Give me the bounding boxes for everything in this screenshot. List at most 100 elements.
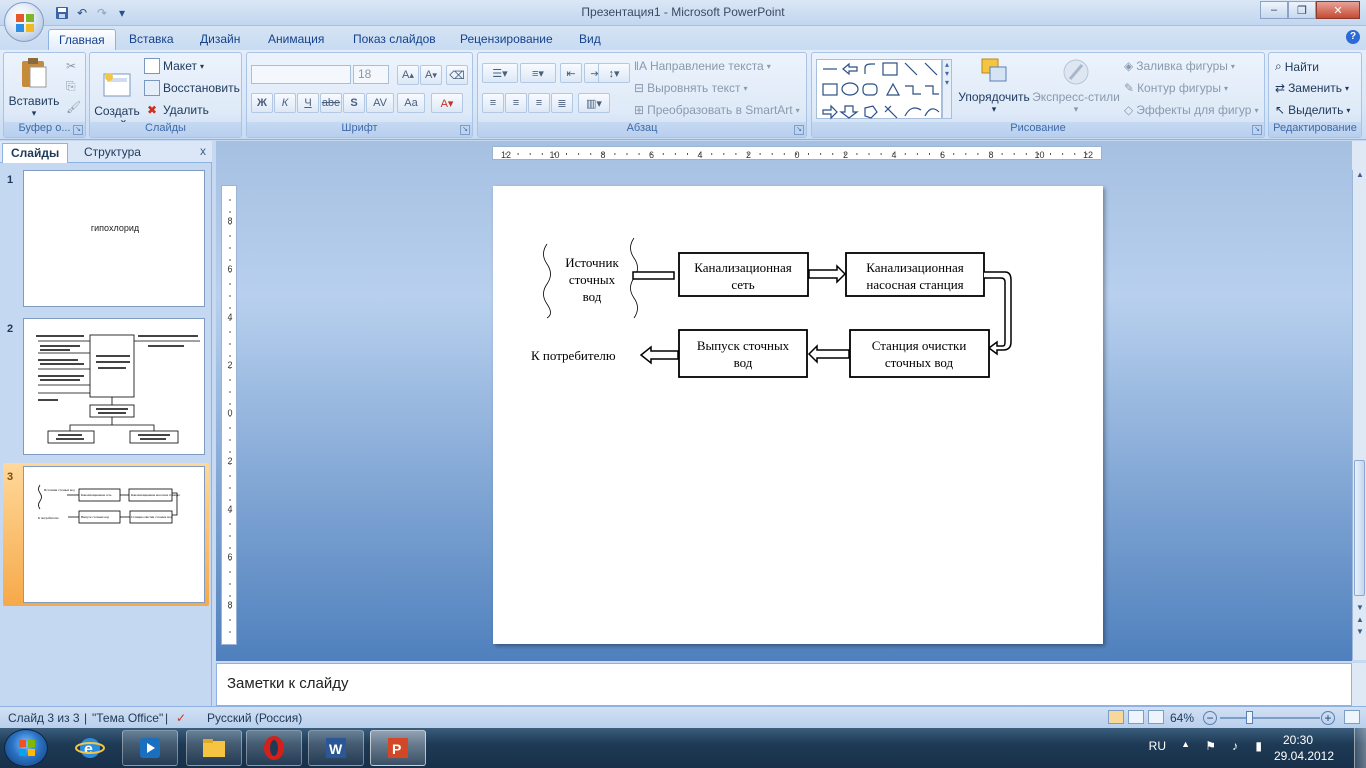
scroll-thumb[interactable] xyxy=(1354,460,1365,596)
font-color-icon[interactable]: A▾ xyxy=(431,93,463,113)
italic-button[interactable]: К xyxy=(274,93,296,113)
shadow-button[interactable]: S xyxy=(343,93,365,113)
case-button[interactable]: Aa xyxy=(397,93,425,113)
paste-button[interactable]: Вставить ▾ xyxy=(8,57,60,119)
grow-font-icon[interactable]: A ▴ xyxy=(397,65,419,85)
zoom-in-icon[interactable]: + xyxy=(1321,711,1335,725)
cut-icon[interactable]: ✂ xyxy=(66,59,76,73)
taskbar-ie[interactable]: e xyxy=(62,730,118,766)
slide-thumbnail-3[interactable]: Источник сточных вод Канализационная сет… xyxy=(23,466,205,603)
smartart-button[interactable]: ⊞ Преобразовать в SmartArt ▾ xyxy=(634,103,800,117)
layout-button[interactable]: Макет ▾ xyxy=(144,58,204,74)
drawing-launcher[interactable]: ↘ xyxy=(1252,125,1262,135)
format-painter-icon[interactable]: 🖌 xyxy=(66,100,81,114)
columns-icon[interactable]: ▥▾ xyxy=(578,93,610,113)
tab-review[interactable]: Рецензирование xyxy=(450,29,563,50)
find-button[interactable]: ⌕ Найти xyxy=(1275,59,1319,74)
show-desktop-button[interactable] xyxy=(1354,728,1366,768)
delete-slide-button[interactable]: ✖ Удалить xyxy=(144,102,209,118)
shape-fill-button[interactable]: ◈ Заливка фигуры ▾ xyxy=(1124,59,1235,73)
strike-button[interactable]: abe xyxy=(320,93,342,113)
input-language[interactable]: RU xyxy=(1149,739,1166,753)
taskbar-powerpoint[interactable]: P xyxy=(370,730,426,766)
vertical-scrollbar[interactable]: ▲ ▼ ▲ ▼ xyxy=(1352,170,1366,660)
scroll-up-icon[interactable]: ▲ xyxy=(1354,170,1366,182)
office-button[interactable] xyxy=(4,2,44,42)
clipboard-launcher[interactable]: ↘ xyxy=(73,125,83,135)
text-direction-button[interactable]: ‖A Направление текста ▾ xyxy=(634,59,771,73)
slideshow-view-icon[interactable] xyxy=(1148,710,1164,724)
shapes-gallery-scroll[interactable]: ▴ ▾ ▾ xyxy=(942,59,952,119)
select-button[interactable]: ↖ Выделить ▾ xyxy=(1275,103,1350,117)
minimize-button[interactable]: – xyxy=(1260,1,1288,19)
bold-button[interactable]: Ж xyxy=(251,93,273,113)
maximize-button[interactable]: ❐ xyxy=(1288,1,1316,19)
spacing-button[interactable]: AV xyxy=(366,93,394,113)
show-hidden-icons[interactable]: ▲ xyxy=(1181,739,1190,749)
normal-view-icon[interactable] xyxy=(1108,710,1124,724)
align-text-button[interactable]: ⊟ Выровнять текст ▾ xyxy=(634,81,748,95)
fit-to-window-icon[interactable] xyxy=(1344,710,1360,724)
tab-design[interactable]: Дизайн xyxy=(190,29,250,50)
replace-button[interactable]: ⇄ Заменить ▾ xyxy=(1275,81,1349,95)
taskbar-opera[interactable] xyxy=(246,730,302,766)
notes-pane[interactable]: Заметки к слайду xyxy=(216,663,1352,706)
help-icon[interactable]: ? xyxy=(1346,30,1360,44)
quick-styles-icon xyxy=(1063,59,1089,85)
language-indicator[interactable]: Русский (Россия) xyxy=(207,711,302,725)
tab-outline[interactable]: Структура xyxy=(76,143,149,163)
close-button[interactable]: ✕ xyxy=(1316,1,1360,19)
font-name-combo[interactable] xyxy=(251,65,351,84)
start-button[interactable] xyxy=(4,729,48,767)
copy-icon[interactable]: ⎘ xyxy=(66,79,76,94)
taskbar-word[interactable]: W xyxy=(308,730,364,766)
align-right-icon[interactable]: ≡ xyxy=(528,93,550,113)
quick-styles-button[interactable]: Экспресс-стили ▾ xyxy=(1032,57,1120,115)
ruler-label: 4 xyxy=(891,150,896,160)
tab-slides[interactable]: Слайды xyxy=(2,143,69,163)
shape-effects-button[interactable]: ◇ Эффекты для фигур ▾ xyxy=(1124,103,1258,117)
tab-view[interactable]: Вид xyxy=(569,29,611,50)
align-center-icon[interactable]: ≡ xyxy=(505,93,527,113)
shapes-gallery[interactable] xyxy=(816,59,942,120)
numbering-icon[interactable]: ≡▾ xyxy=(520,63,556,83)
justify-icon[interactable]: ≣ xyxy=(551,93,573,113)
paragraph-launcher[interactable]: ↘ xyxy=(794,125,804,135)
shrink-font-icon[interactable]: A ▾ xyxy=(420,65,442,85)
tab-home[interactable]: Главная xyxy=(48,29,116,50)
taskbar-media-player[interactable] xyxy=(122,730,178,766)
volume-icon[interactable]: ♪ xyxy=(1232,739,1238,753)
network-icon[interactable]: ▮ xyxy=(1255,739,1262,753)
current-slide[interactable]: Источник сточных вод Канализационная сет… xyxy=(493,186,1103,644)
font-size-combo[interactable]: 18 xyxy=(353,65,389,84)
clock-time[interactable]: 20:30 xyxy=(1268,733,1328,747)
shape-outline-button[interactable]: ✎ Контур фигуры ▾ xyxy=(1124,81,1228,95)
spellcheck-icon[interactable]: ✓ xyxy=(176,711,186,725)
decrease-indent-icon[interactable]: ⇤ xyxy=(560,63,582,83)
align-left-icon[interactable]: ≡ xyxy=(482,93,504,113)
zoom-level[interactable]: 64% xyxy=(1170,711,1194,725)
reset-button[interactable]: Восстановить xyxy=(144,80,240,96)
underline-button[interactable]: Ч xyxy=(297,93,319,113)
slide-thumbnail-2[interactable] xyxy=(23,318,205,455)
bullets-icon[interactable]: ☰▾ xyxy=(482,63,518,83)
slide-sorter-icon[interactable] xyxy=(1128,710,1144,724)
action-center-icon[interactable]: ⚑ xyxy=(1205,739,1216,753)
font-launcher[interactable]: ↘ xyxy=(460,125,470,135)
close-panel-icon[interactable]: x xyxy=(200,144,206,158)
tab-slideshow[interactable]: Показ слайдов xyxy=(343,29,446,50)
scroll-down-icons[interactable]: ▼ ▲ ▼ xyxy=(1354,602,1366,638)
zoom-slider-thumb[interactable] xyxy=(1246,711,1253,724)
tab-insert[interactable]: Вставка xyxy=(119,29,184,50)
slide-thumbnail-1[interactable]: гипохлорид xyxy=(23,170,205,307)
clear-format-icon[interactable]: ⌫ xyxy=(446,65,468,85)
taskbar-explorer[interactable] xyxy=(186,730,242,766)
line-spacing-icon[interactable]: ↕▾ xyxy=(598,63,630,83)
notes-scrollbar[interactable] xyxy=(1352,663,1366,706)
zoom-slider[interactable] xyxy=(1220,717,1320,719)
tab-animation[interactable]: Анимация xyxy=(258,29,334,50)
slide3-flowchart-preview: Источник сточных вод Канализационная сет… xyxy=(38,484,180,524)
clock-date[interactable]: 29.04.2012 xyxy=(1268,749,1340,763)
arrange-button[interactable]: Упорядочить ▾ xyxy=(956,57,1032,115)
zoom-out-icon[interactable]: − xyxy=(1203,711,1217,725)
